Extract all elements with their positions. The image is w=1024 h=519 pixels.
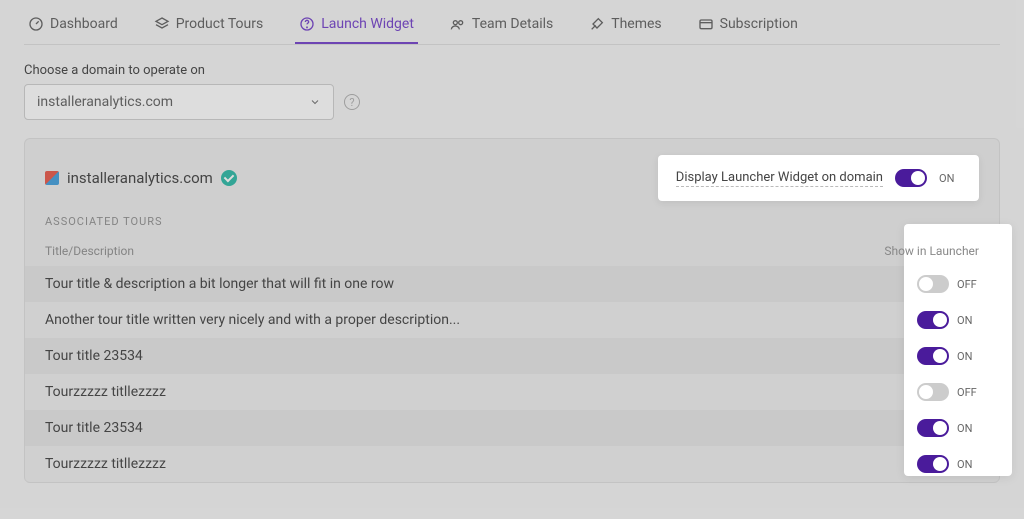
tour-title: Tour title 23534 bbox=[45, 348, 143, 364]
show-in-launcher-toggle[interactable] bbox=[917, 275, 949, 293]
toggle-state-text: ON bbox=[939, 172, 961, 185]
chevron-down-icon bbox=[309, 96, 321, 108]
domain-select-value: installeranalytics.com bbox=[37, 94, 173, 110]
domain-name: installeranalytics.com bbox=[67, 169, 213, 187]
tour-toggle-area: ON bbox=[891, 311, 979, 329]
layers-icon bbox=[154, 16, 170, 32]
domain-card: installeranalytics.com Display Launcher … bbox=[24, 138, 1000, 483]
tab-label: Launch Widget bbox=[321, 16, 414, 32]
tour-row: Tourzzzzz titllezzzz OFF bbox=[25, 374, 999, 410]
column-show: Show in Launcher bbox=[884, 244, 979, 258]
tour-title: Tour title 23534 bbox=[45, 420, 143, 436]
domain-header: installeranalytics.com bbox=[45, 169, 237, 187]
users-icon bbox=[450, 16, 466, 32]
toggle-state-text: ON bbox=[957, 350, 979, 363]
tab-label: Dashboard bbox=[50, 16, 118, 32]
show-in-launcher-toggle[interactable] bbox=[917, 419, 949, 437]
toggle-state-text: ON bbox=[957, 422, 979, 435]
toggle-state-text: ON bbox=[957, 458, 979, 471]
tab-team-details[interactable]: Team Details bbox=[446, 8, 557, 44]
gauge-icon bbox=[28, 16, 44, 32]
show-in-launcher-toggle[interactable] bbox=[917, 347, 949, 365]
tab-label: Themes bbox=[611, 16, 661, 32]
tab-product-tours[interactable]: Product Tours bbox=[150, 8, 268, 44]
help-icon[interactable]: ? bbox=[344, 94, 360, 110]
display-launcher-toggle-area: Display Launcher Widget on domain ON bbox=[658, 155, 979, 201]
associated-tours-label: ASSOCIATED TOURS bbox=[25, 215, 999, 238]
toggle-state-text: OFF bbox=[957, 386, 979, 399]
tours-list: Tour title & description a bit longer th… bbox=[25, 266, 999, 482]
tab-label: Product Tours bbox=[176, 16, 264, 32]
tour-toggle-area: ON bbox=[891, 347, 979, 365]
tour-row: Tour title 23534 ON bbox=[25, 338, 999, 374]
tour-toggle-area: ON bbox=[891, 455, 979, 473]
tour-toggle-area: OFF bbox=[891, 383, 979, 401]
domain-picker-label: Choose a domain to operate on bbox=[24, 63, 1000, 78]
help-circle-icon bbox=[299, 16, 315, 32]
tab-label: Subscription bbox=[720, 16, 798, 32]
tab-subscription[interactable]: Subscription bbox=[694, 8, 802, 44]
show-in-launcher-toggle[interactable] bbox=[917, 311, 949, 329]
display-launcher-label: Display Launcher Widget on domain bbox=[676, 170, 883, 187]
tab-label: Team Details bbox=[472, 16, 553, 32]
show-in-launcher-toggle[interactable] bbox=[917, 383, 949, 401]
tour-title: Tourzzzzz titllezzzz bbox=[45, 384, 166, 400]
tour-title: Tourzzzzz titllezzzz bbox=[45, 456, 166, 472]
favicon-icon bbox=[45, 171, 59, 185]
tour-toggle-area: OFF bbox=[891, 275, 979, 293]
tab-dashboard[interactable]: Dashboard bbox=[24, 8, 122, 44]
verified-badge-icon bbox=[221, 170, 237, 186]
domain-select[interactable]: installeranalytics.com bbox=[24, 84, 334, 120]
toggle-state-text: OFF bbox=[957, 278, 979, 291]
tour-row: Tourzzzzz titllezzzz ON bbox=[25, 446, 999, 482]
tour-title: Another tour title written very nicely a… bbox=[45, 312, 460, 328]
show-in-launcher-toggle[interactable] bbox=[917, 455, 949, 473]
card-icon bbox=[698, 16, 714, 32]
tour-row: Tour title & description a bit longer th… bbox=[25, 266, 999, 302]
tab-themes[interactable]: Themes bbox=[585, 8, 665, 44]
tour-title: Tour title & description a bit longer th… bbox=[45, 276, 394, 292]
tour-toggle-area: ON bbox=[891, 419, 979, 437]
display-launcher-toggle[interactable] bbox=[895, 169, 927, 187]
tour-row: Another tour title written very nicely a… bbox=[25, 302, 999, 338]
tour-row: Tour title 23534 ON bbox=[25, 410, 999, 446]
column-title: Title/Description bbox=[45, 244, 134, 258]
tab-launch-widget[interactable]: Launch Widget bbox=[295, 8, 418, 44]
table-header: Title/Description Show in Launcher bbox=[25, 238, 999, 266]
toggle-state-text: ON bbox=[957, 314, 979, 327]
brush-icon bbox=[589, 16, 605, 32]
tab-bar: Dashboard Product Tours Launch Widget Te… bbox=[24, 0, 1000, 45]
